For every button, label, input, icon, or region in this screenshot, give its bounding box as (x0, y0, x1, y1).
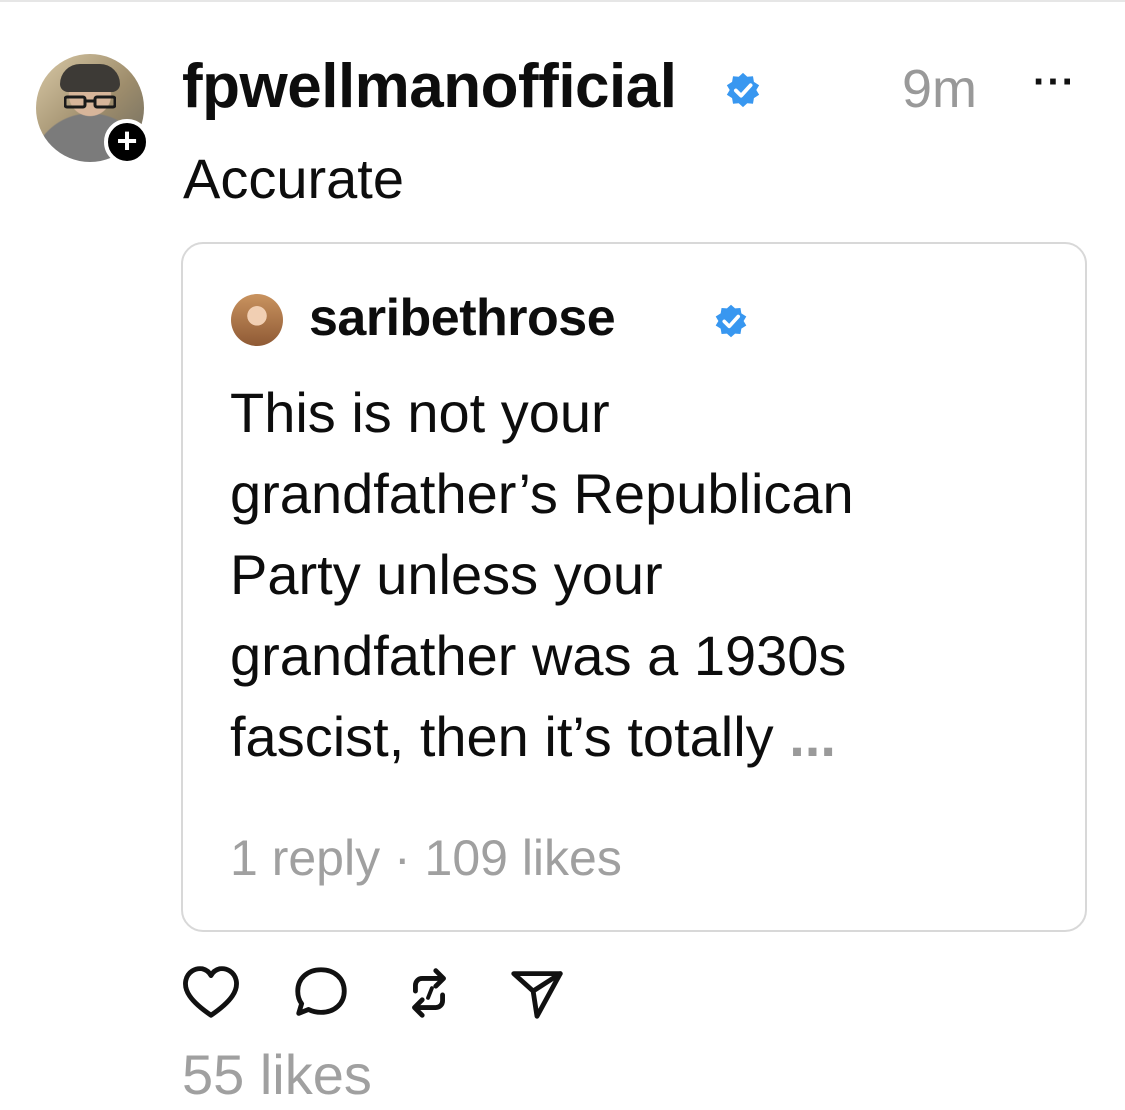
quoted-author-avatar (231, 294, 283, 346)
comment-icon[interactable] (290, 962, 352, 1024)
quoted-text-line: fascist, then it’s totally (230, 705, 774, 768)
verified-badge-icon (715, 304, 747, 338)
quoted-text-line: grandfather’s Republican (230, 462, 854, 525)
more-options-icon[interactable]: ··· (1033, 62, 1076, 102)
heart-icon[interactable] (180, 962, 242, 1024)
quoted-text-line: This is not your (230, 381, 610, 444)
top-divider (0, 0, 1125, 4)
repost-icon[interactable] (398, 962, 460, 1024)
avatar-hair (60, 64, 120, 92)
quoted-text-line: grandfather was a 1930s (230, 624, 847, 687)
avatar-glasses (64, 95, 116, 109)
author-username[interactable]: fpwellmanofficial (182, 52, 677, 122)
post-caption: Accurate (183, 147, 404, 210)
quoted-post-text: This is not your grandfather’s Republica… (230, 372, 1010, 777)
quoted-post-card[interactable]: saribethrose This is not your grandfathe… (181, 242, 1087, 932)
send-icon[interactable] (506, 962, 568, 1024)
verified-badge-icon (726, 72, 760, 108)
truncation-ellipsis: ... (789, 705, 836, 768)
post-timestamp: 9m (902, 59, 978, 119)
quoted-author-username: saribethrose (309, 289, 616, 347)
quoted-text-line: Party unless your (230, 543, 663, 606)
quoted-post-stats: 1 reply · 109 likes (230, 830, 622, 886)
quoted-text-last-line: fascist, then it’s totally ... (230, 696, 1010, 777)
follow-button[interactable]: + (104, 119, 150, 165)
